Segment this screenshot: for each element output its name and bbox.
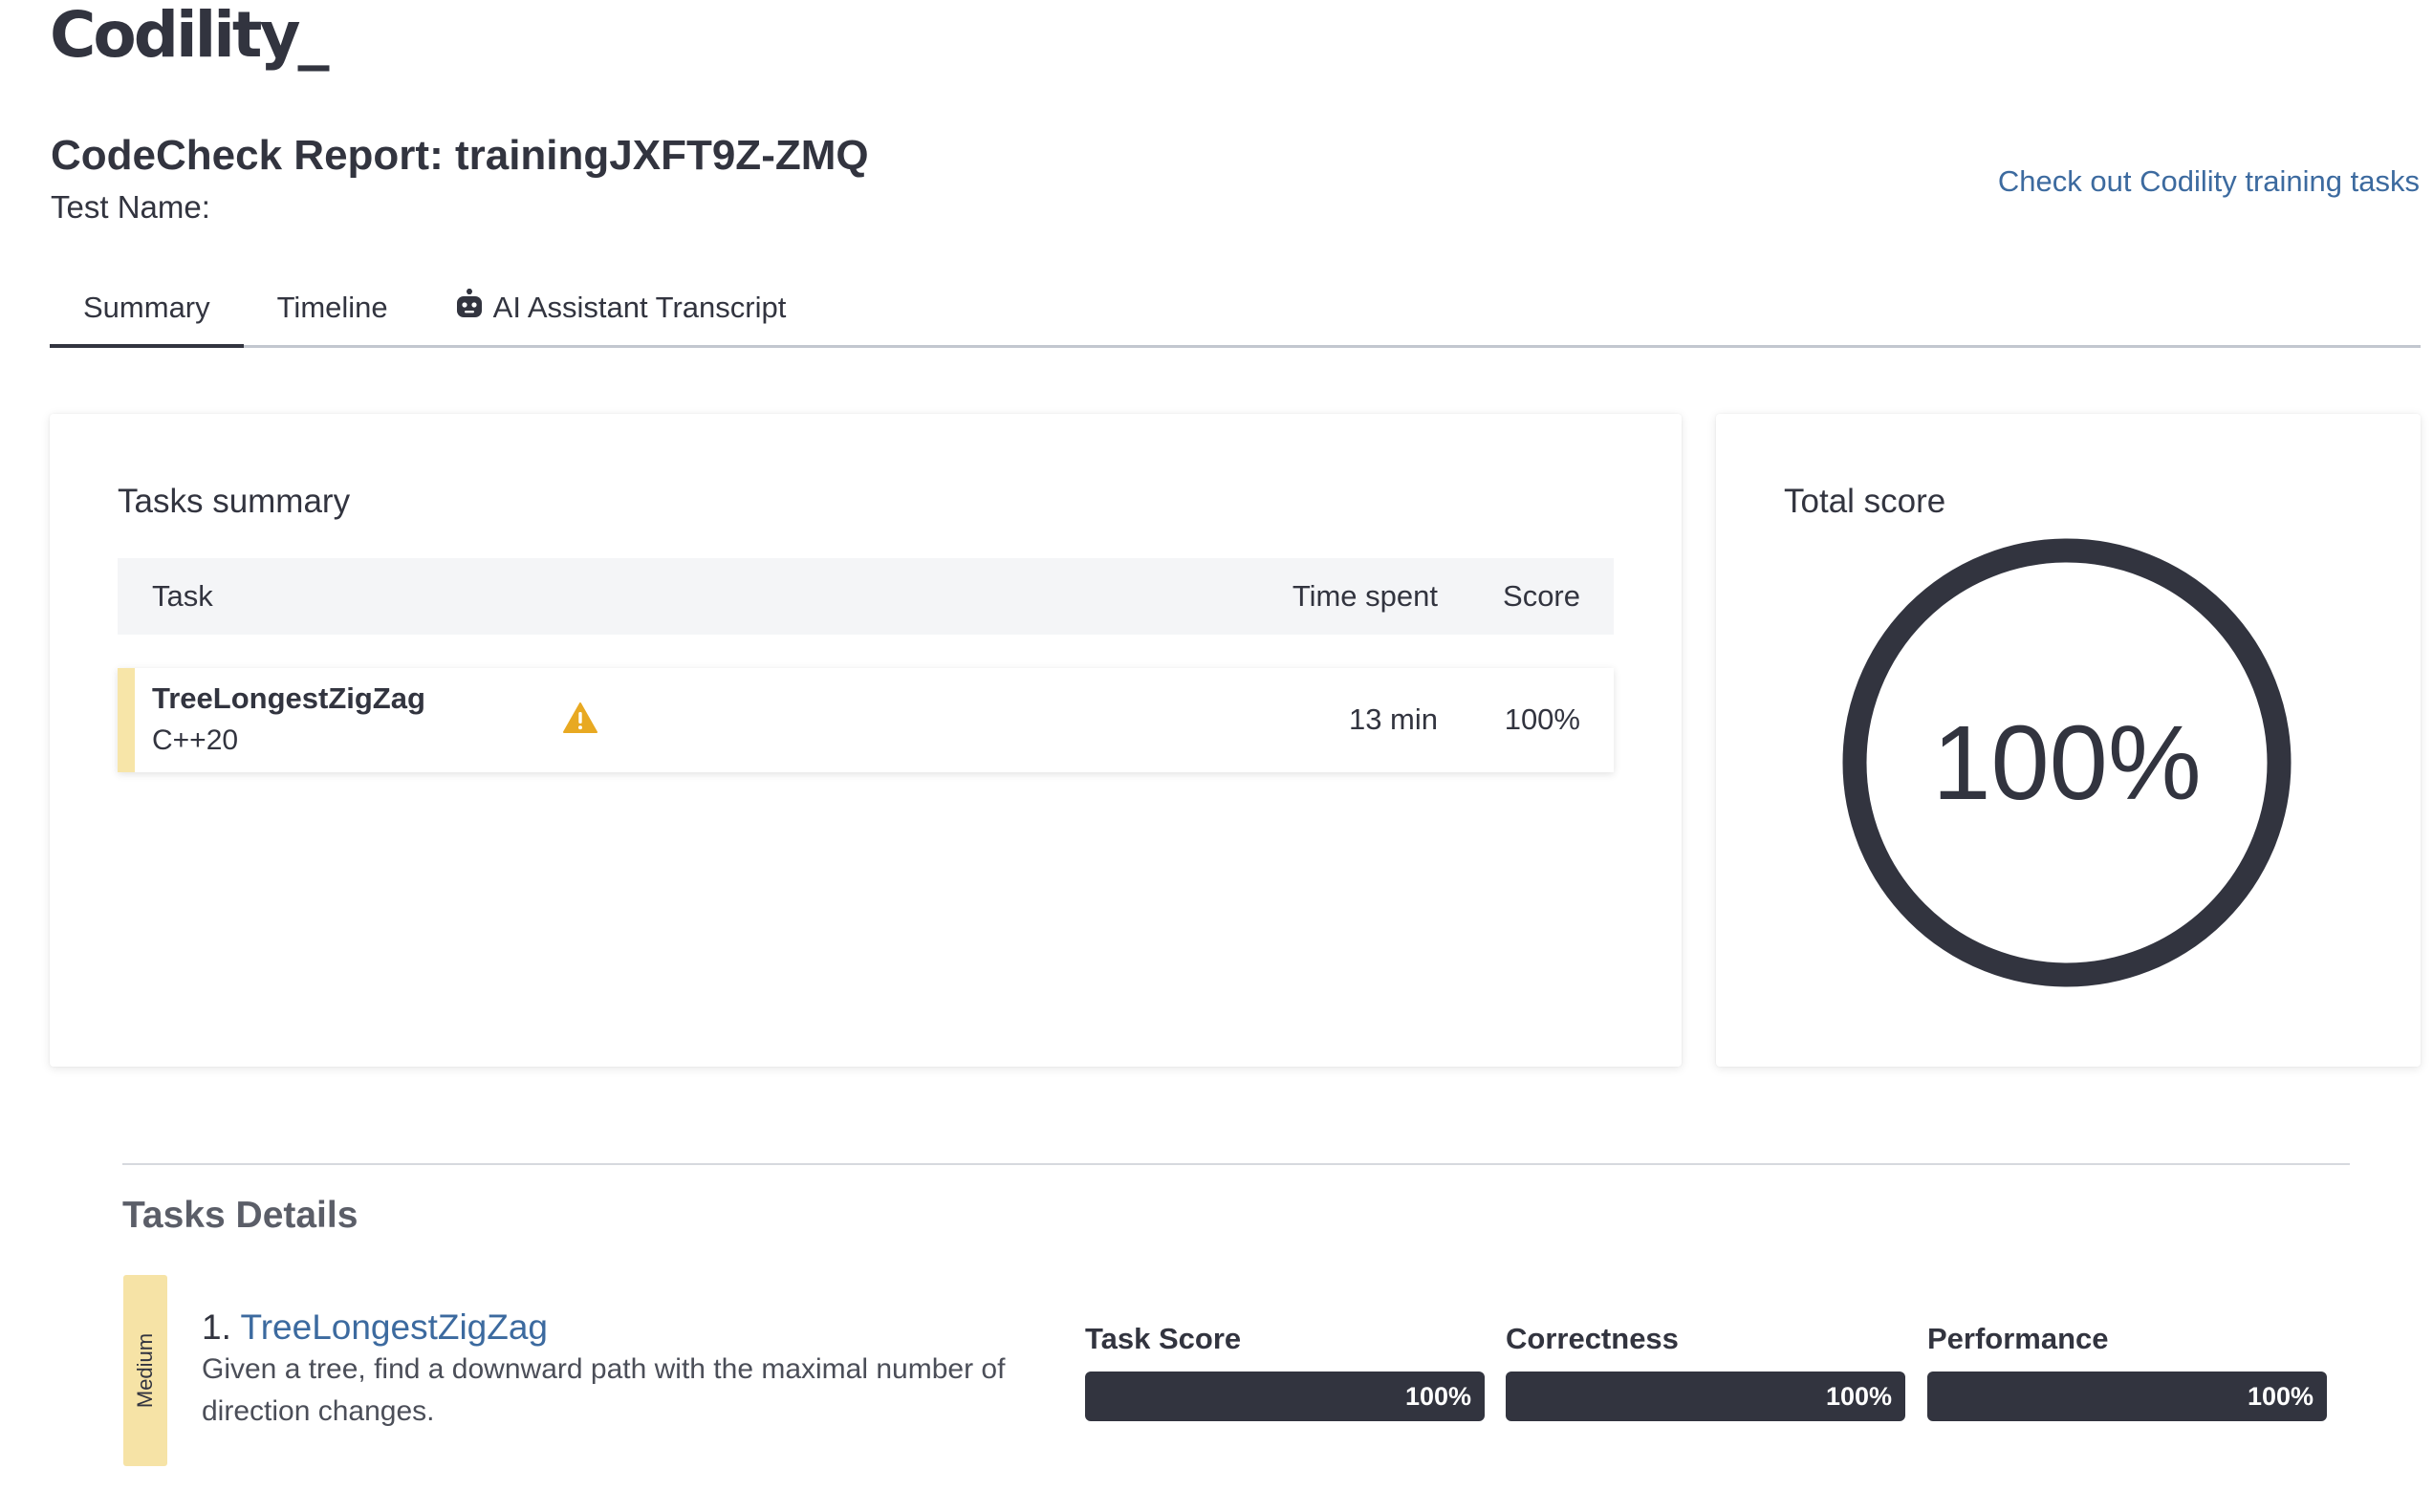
- task-detail-heading: 1. TreeLongestZigZag: [202, 1307, 548, 1348]
- total-score-value: 100%: [1932, 703, 2202, 822]
- task-detail-description: Given a tree, find a downward path with …: [202, 1353, 1006, 1427]
- tab-summary[interactable]: Summary: [50, 270, 244, 348]
- tab-summary-label: Summary: [83, 291, 210, 324]
- metric-label: Task Score: [1085, 1322, 1242, 1355]
- tasks-details-title: Tasks Details: [122, 1195, 358, 1236]
- tab-ai-assistant-label: AI Assistant Transcript: [492, 291, 787, 324]
- tab-ai-assistant-transcript[interactable]: AI Assistant Transcript: [422, 270, 820, 345]
- metric-bar: 100%: [1927, 1372, 2327, 1421]
- metric-task-score: Task Score 100%: [1085, 1322, 1485, 1421]
- logo-text: Codility: [50, 0, 300, 72]
- section-divider: [122, 1163, 2350, 1165]
- report-tabs: Summary Timeline AI Assistant Transcript: [50, 270, 2421, 348]
- metric-label: Performance: [1927, 1322, 2109, 1355]
- column-header-task: Task: [152, 579, 213, 613]
- total-score-title: Total score: [1784, 483, 1946, 520]
- metric-bar: 100%: [1506, 1372, 1905, 1421]
- warning-icon: [563, 702, 597, 738]
- task-language: C++20: [152, 724, 239, 756]
- tasks-table-header: Task Time spent Score: [118, 558, 1614, 635]
- task-name: TreeLongestZigZag: [152, 681, 425, 715]
- column-header-time-spent: Time spent: [1292, 579, 1438, 613]
- codility-logo[interactable]: Codility_: [50, 4, 329, 67]
- task-time-spent: 13 min: [1348, 702, 1438, 736]
- tab-timeline[interactable]: Timeline: [244, 270, 422, 345]
- column-header-score: Score: [1503, 579, 1580, 613]
- training-tasks-link[interactable]: Check out Codility training tasks: [1998, 164, 2420, 199]
- report-page: Codility_ CodeCheck Report: trainingJXFT…: [0, 0, 2433, 1512]
- total-score-card: Total score 100%: [1716, 414, 2421, 1067]
- test-name-label: Test Name:: [51, 189, 210, 225]
- difficulty-label: Medium: [133, 1332, 157, 1409]
- task-score: 100%: [1504, 702, 1580, 736]
- table-row[interactable]: TreeLongestZigZag C++20 13 min 100%: [118, 668, 1614, 772]
- tasks-summary-card: Tasks summary Task Time spent Score Tree…: [50, 414, 1682, 1067]
- metric-bar: 100%: [1085, 1372, 1485, 1421]
- robot-icon: [455, 289, 484, 327]
- metric-value: 100%: [1825, 1381, 1892, 1411]
- tasks-summary-title: Tasks summary: [118, 483, 351, 520]
- metric-performance: Performance 100%: [1927, 1322, 2327, 1421]
- metric-correctness: Correctness 100%: [1506, 1322, 1905, 1421]
- difficulty-badge: Medium: [123, 1275, 167, 1466]
- page-title: CodeCheck Report: trainingJXFT9Z-ZMQ: [51, 132, 869, 179]
- task-detail-link[interactable]: TreeLongestZigZag: [240, 1307, 548, 1347]
- task-detail-number: 1.: [202, 1307, 231, 1347]
- metric-value: 100%: [2247, 1381, 2314, 1411]
- metric-label: Correctness: [1506, 1322, 1679, 1355]
- logo-cursor: _: [297, 0, 329, 72]
- tab-timeline-label: Timeline: [276, 291, 388, 324]
- metric-value: 100%: [1404, 1381, 1471, 1411]
